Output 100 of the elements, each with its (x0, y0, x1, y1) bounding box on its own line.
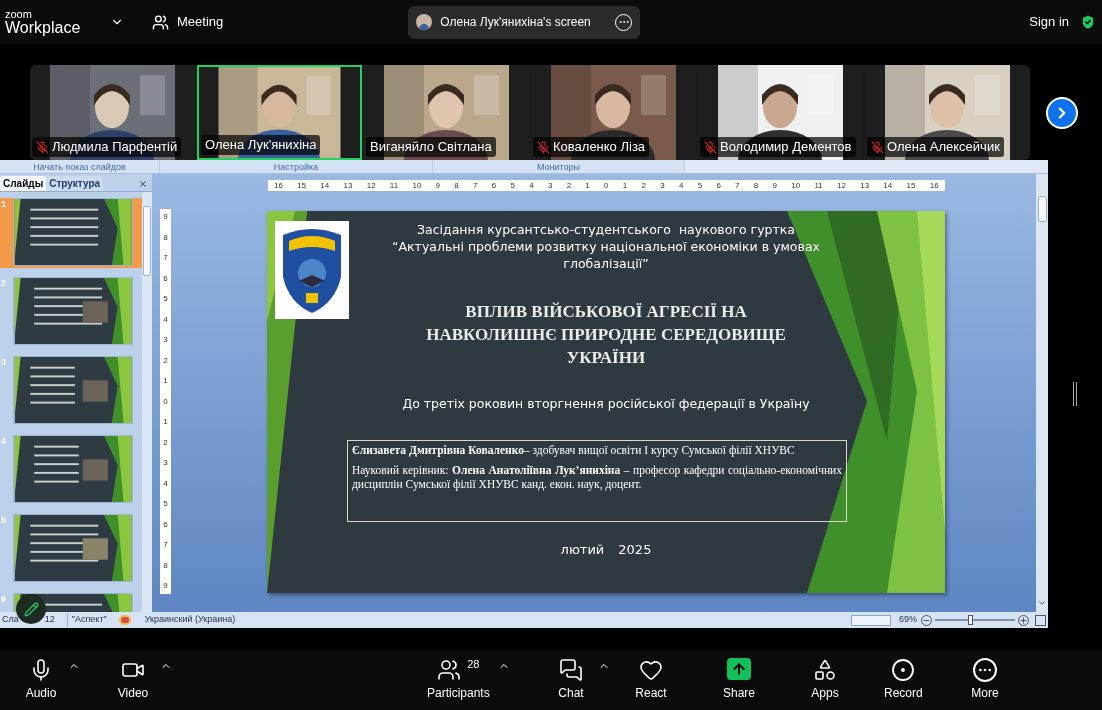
toolbar-button[interactable]: Share (720, 658, 758, 701)
slide-thumbnail[interactable] (13, 514, 133, 582)
ruler-number: 0 (163, 397, 168, 406)
panel-tab[interactable]: Слайды (0, 176, 47, 191)
ruler-number: 1 (163, 418, 168, 426)
slide-number: 3 (1, 356, 7, 369)
sign-in-link[interactable]: Sign in (1029, 12, 1069, 32)
share-icon (727, 658, 751, 680)
meeting-button[interactable]: Meeting (152, 12, 224, 32)
toolbar-button[interactable]: Record (884, 658, 923, 701)
status-text: Сла (2, 613, 19, 627)
scrollbar-thumb[interactable] (1037, 196, 1047, 222)
ruler-number: 5 (697, 181, 703, 190)
video-tile[interactable]: Володимир Дементов (698, 65, 863, 160)
slide-thumbnail[interactable] (13, 198, 133, 266)
shield-check-icon (1079, 13, 1097, 31)
video-tile[interactable]: Людмила Парфентій (30, 65, 195, 160)
ruler-number: 15 (906, 181, 916, 190)
ruler-number: 3 (163, 336, 168, 344)
participant-name: Коваленко Ліза (553, 138, 646, 157)
toolbar-button[interactable]: Apps (806, 658, 844, 701)
toolbar-button[interactable]: Audio (22, 658, 60, 701)
ruler-number: 4 (678, 181, 684, 190)
ruler-number: 5 (163, 295, 168, 303)
pencil-icon (23, 601, 39, 617)
toolbar-button[interactable]: 28 Participants (427, 658, 490, 701)
vertical-scrollbar[interactable] (1036, 174, 1048, 612)
toolbar-button[interactable]: React (632, 658, 670, 701)
ruler-number: 11 (814, 181, 823, 190)
slide-thumbnail[interactable] (13, 435, 133, 503)
avatar-icon (416, 14, 433, 30)
panel-tab[interactable]: Структура (46, 176, 104, 191)
slide-thumbnail[interactable] (13, 356, 133, 424)
ruler-number: 16 (274, 181, 283, 190)
video-tile[interactable]: Виганяйло Світлана (364, 65, 529, 160)
participant-name: Олена Лук'янихіна (205, 136, 317, 155)
slide-number: 6 (1, 593, 7, 606)
ribbon-group-label: Начать показ слайдов (0, 160, 160, 173)
slide-title-line: НАВКОЛИШНЄ ПРИРОДНЕ СЕРЕДОВИЩЕ (426, 324, 786, 346)
status-text: 12 (44, 613, 55, 627)
ruler-number: 14 (883, 181, 893, 190)
close-icon[interactable] (138, 179, 148, 189)
participant-count: 28 (467, 658, 480, 671)
video-tile[interactable]: Олена Алексейчик (865, 65, 1030, 160)
ruler-number: 6 (491, 181, 497, 190)
ruler-number: 11 (389, 181, 399, 190)
record-icon (891, 658, 916, 682)
slide-header-line: “Актуальні проблеми розвитку національної економіки в умовах (392, 238, 820, 255)
theme-name: "Аспект" (66, 613, 111, 627)
share-status-pill[interactable]: Олена Лук'янихіна's screen (408, 5, 641, 39)
ruler-number: 2 (566, 181, 572, 190)
slide-number: 2 (1, 277, 7, 290)
slide-date: лютий (560, 540, 605, 559)
apps-icon (813, 658, 837, 682)
slide-thumbnail[interactable] (13, 277, 133, 345)
ruler-number: 3 (163, 459, 168, 467)
next-page-button[interactable] (1046, 96, 1078, 129)
toolbar-button[interactable]: Chat (552, 658, 590, 701)
ruler-number: 2 (163, 356, 168, 365)
ruler-number: 14 (320, 181, 330, 190)
ruler-number: 3 (660, 181, 665, 190)
ruler-number: 6 (716, 181, 721, 190)
toolbar-button[interactable]: More (966, 658, 1004, 701)
ruler-number: 1 (585, 181, 590, 190)
video-tile[interactable]: Олена Лук'янихіна (197, 65, 362, 160)
ruler-number: 0 (604, 181, 609, 190)
toolbar-button[interactable]: Video (114, 658, 152, 701)
ruler-number: 7 (735, 181, 740, 190)
zoom-percent: 69% (899, 613, 917, 627)
brand-small-text: zoom (5, 8, 33, 20)
ruler-number: 7 (473, 181, 478, 190)
scrollbar-thumb[interactable] (143, 206, 151, 276)
zoom-thumb[interactable] (968, 615, 973, 625)
ruler-number: 13 (860, 181, 870, 190)
heart-icon (639, 658, 663, 682)
ruler-number: 9 (163, 213, 168, 221)
ruler-number: 12 (837, 181, 846, 190)
resize-handle-icon[interactable] (1073, 382, 1077, 406)
video-tile[interactable]: Коваленко Ліза (531, 65, 696, 160)
slide-number: 5 (1, 514, 7, 527)
ruler-number: 2 (641, 181, 646, 190)
author-paragraph: Єлизавета Дмитрівна Коваленко– здобувач вищої освіти І курсу Сумської філії ХНУВС (352, 442, 796, 457)
scrollbar[interactable] (142, 192, 152, 612)
participant-name: Олена Алексейчик (887, 138, 1000, 157)
chat-icon (559, 658, 583, 682)
brand-text: Workplace (5, 19, 82, 36)
more-icon (973, 658, 997, 682)
ribbon-group-label: Мониторы (433, 160, 685, 173)
slide-title-line: УКРАЇНИ (566, 347, 646, 369)
slide-subtitle: До третіх роковин вторгнення російської федерації в Україну (402, 395, 810, 413)
zoom-in-icon[interactable] (1018, 614, 1029, 626)
ruler-number: 4 (163, 315, 168, 324)
slide-header-line: Засідання курсантсько-студентського наукового гуртка (417, 221, 795, 238)
slide-title-line: ВПЛИВ ВІЙСЬКОВОЇ АГРЕСІЇ НА (465, 301, 747, 323)
slide-date: 2025 (618, 540, 652, 559)
ruler-number: 4 (163, 479, 168, 488)
language-text: Украинский (Украина) (144, 613, 236, 627)
ruler-number: 5 (510, 181, 515, 190)
fit-window-icon[interactable] (1035, 614, 1046, 626)
author-paragraph: Науковий керівник: Олена Анатоліївна Лук’янихіна – професор кафедри соціально-економічних дисциплін Сумської філії ХНУВС канд. екон. наук, доцент. (352, 462, 842, 491)
